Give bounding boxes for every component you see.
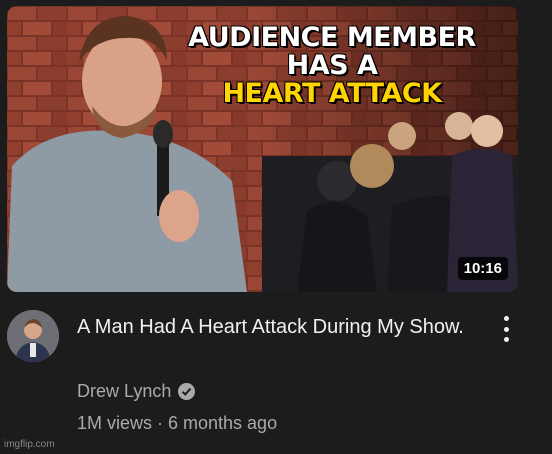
video-card[interactable]: AUDIENCE MEMBER HAS A HEART ATTACK 10:16… [0,0,552,454]
video-title[interactable]: A Man Had A Heart Attack During My Show. [77,313,477,341]
check-circle-icon [178,383,196,400]
headline-line-1: AUDIENCE MEMBER [188,22,476,53]
video-thumbnail[interactable]: AUDIENCE MEMBER HAS A HEART ATTACK 10:16 [7,6,518,292]
dot [503,337,509,342]
duration-badge: 10:16 [457,257,508,280]
headline-line-3: HEART ATTACK [222,78,442,109]
dot [503,316,509,321]
headline-line-2: HAS A [286,50,378,81]
channel-name[interactable]: Drew Lynch [77,381,171,402]
thumbnail-headline: AUDIENCE MEMBER HAS A HEART ATTACK [167,24,497,108]
channel-avatar[interactable] [7,310,59,362]
vertical-dots-icon[interactable] [496,316,516,342]
watermark: imgflip.com [4,439,55,450]
avatar-image [7,310,59,362]
channel-row[interactable]: Drew Lynch [77,381,196,402]
dot [503,326,509,332]
video-stats: 1M views · 6 months ago [77,413,278,433]
